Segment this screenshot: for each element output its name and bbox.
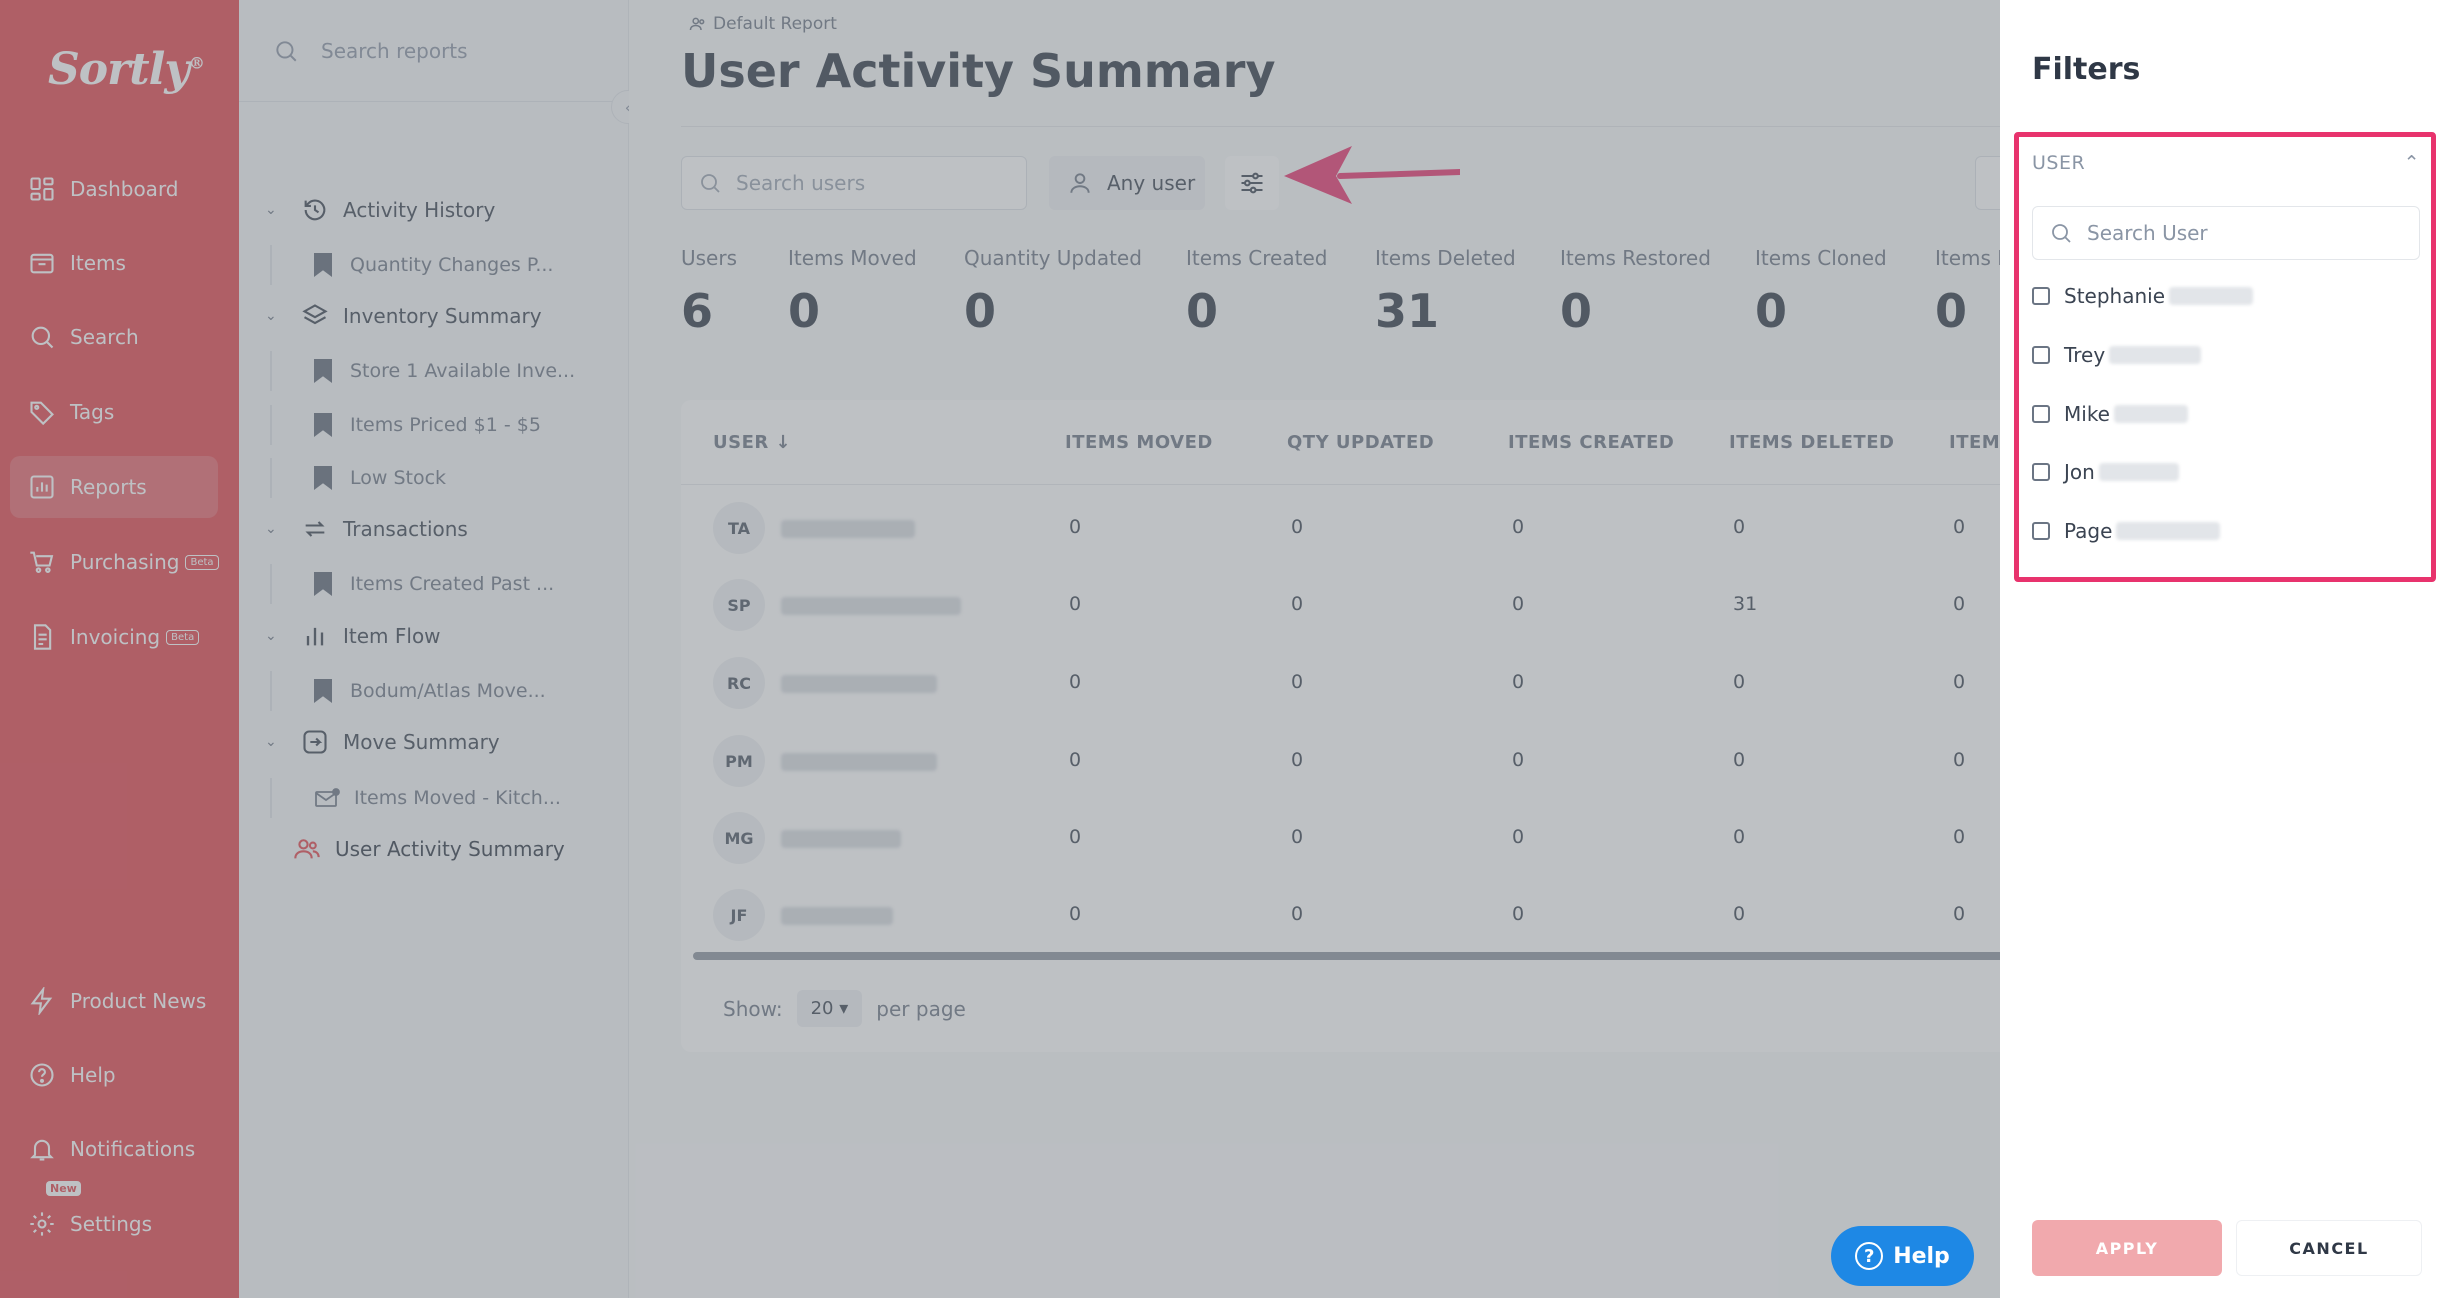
filters-title: Filters: [2032, 52, 2141, 87]
redacted-surname: [2116, 522, 2221, 540]
checkbox[interactable]: [2032, 346, 2050, 364]
filters-drawer: Filters USER ⌃ Search User Stephanie Tre…: [2000, 0, 2452, 1298]
user-name: Trey: [2064, 343, 2106, 367]
search-user-input[interactable]: Search User: [2032, 206, 2420, 260]
redacted-surname: [2098, 463, 2179, 481]
user-name: Stephanie: [2064, 284, 2166, 308]
chevron-up-icon: ⌃: [2403, 152, 2420, 174]
user-name: Mike: [2064, 402, 2110, 426]
help-widget-label: Help: [1893, 1243, 1950, 1269]
user-checkbox-mike[interactable]: Mike: [2032, 402, 2188, 426]
checkbox[interactable]: [2032, 287, 2050, 305]
checkbox[interactable]: [2032, 522, 2050, 540]
search-icon: [2052, 224, 2071, 243]
user-checkbox-jon[interactable]: Jon: [2032, 460, 2179, 484]
redacted-surname: [2169, 287, 2254, 305]
question-icon: ?: [1855, 1242, 1884, 1270]
modal-backdrop[interactable]: [0, 0, 2000, 1298]
user-name: Jon: [2064, 460, 2095, 484]
user-checkbox-trey[interactable]: Trey: [2032, 343, 2202, 367]
user-section-header[interactable]: USER ⌃: [2032, 152, 2420, 174]
cancel-button[interactable]: CANCEL: [2236, 1220, 2422, 1276]
checkbox[interactable]: [2032, 405, 2050, 423]
redacted-surname: [2114, 405, 2188, 423]
user-checkbox-page[interactable]: Page: [2032, 519, 2221, 543]
redacted-surname: [2109, 346, 2202, 364]
apply-button[interactable]: APPLY: [2032, 1220, 2222, 1276]
search-user-placeholder: Search User: [2087, 221, 2208, 245]
user-section-label: USER: [2032, 152, 2086, 174]
help-widget-button[interactable]: ? Help: [1831, 1226, 1974, 1286]
user-checkbox-stephanie[interactable]: Stephanie: [2032, 284, 2254, 308]
user-name: Page: [2064, 519, 2113, 543]
checkbox[interactable]: [2032, 463, 2050, 481]
